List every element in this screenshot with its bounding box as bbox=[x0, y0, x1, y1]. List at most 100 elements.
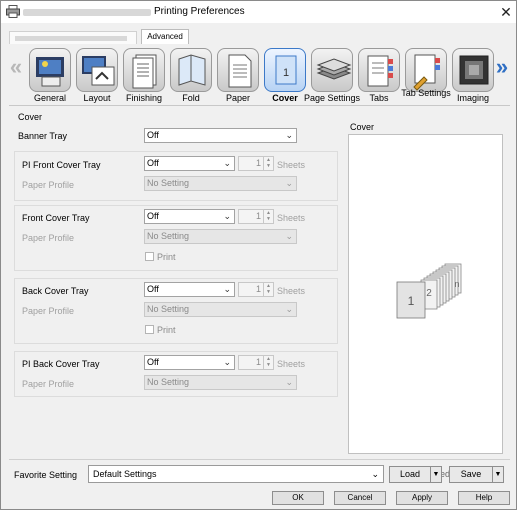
back-paper-profile-value: No Setting bbox=[147, 304, 190, 314]
pi-front-cover-value: Off bbox=[147, 158, 159, 168]
tab-settings-icon bbox=[405, 48, 447, 92]
caret-down-icon[interactable]: ▼ bbox=[492, 467, 503, 482]
ribbon-item-finishing[interactable]: Finishing bbox=[121, 48, 165, 104]
back-cover-select[interactable]: Off ⌄ bbox=[144, 282, 235, 297]
scroll-left-icon[interactable]: « bbox=[9, 56, 23, 80]
front-cover-select[interactable]: Off ⌄ bbox=[144, 209, 235, 224]
back-print-label: Print bbox=[157, 325, 176, 335]
ribbon-item-general[interactable]: General bbox=[27, 48, 71, 104]
front-paper-profile-select[interactable]: No Setting ⌄ bbox=[144, 229, 297, 244]
pi-front-paper-profile-select[interactable]: No Setting ⌄ bbox=[144, 176, 297, 191]
front-print-checkbox[interactable] bbox=[145, 252, 154, 261]
tabs-icon bbox=[358, 48, 400, 92]
pi-back-paper-profile-select[interactable]: No Setting ⌄ bbox=[144, 375, 297, 390]
ribbon-item-cover[interactable]: 1 Cover bbox=[262, 48, 306, 104]
help-button[interactable]: Help bbox=[458, 491, 510, 505]
front-paper-profile-value: No Setting bbox=[147, 231, 190, 241]
stepper-arrows-icon: ▲ ▼ bbox=[263, 283, 273, 296]
ok-button[interactable]: OK bbox=[272, 491, 324, 505]
back-paper-profile-label: Paper Profile bbox=[22, 306, 75, 316]
chevron-down-icon: ⌄ bbox=[223, 357, 231, 367]
printer-icon bbox=[6, 5, 20, 18]
pi-back-sheets-stepper[interactable]: 1 ▲ ▼ bbox=[238, 355, 274, 370]
pi-front-paper-profile-value: No Setting bbox=[147, 178, 190, 188]
cancel-button[interactable]: Cancel bbox=[334, 491, 386, 505]
chevron-down-icon: ⌄ bbox=[223, 211, 231, 221]
page-settings-icon bbox=[311, 48, 353, 92]
pi-front-sheets-label: Sheets bbox=[277, 160, 306, 170]
cover-preview: 1 2 n bbox=[348, 134, 503, 454]
caret-down-icon[interactable]: ▼ bbox=[430, 467, 441, 482]
general-icon bbox=[29, 48, 71, 92]
chevron-down-icon: ⌄ bbox=[223, 284, 231, 294]
printing-preferences-window: Printing Preferences ✕ Advanced « Genera… bbox=[0, 0, 517, 510]
ribbon-item-paper[interactable]: Paper bbox=[215, 48, 259, 104]
scroll-right-icon[interactable]: » bbox=[495, 56, 509, 80]
chevron-down-icon: ⌄ bbox=[285, 231, 293, 241]
load-label: Load bbox=[399, 469, 421, 479]
banner-tray-select[interactable]: Off ⌄ bbox=[144, 128, 297, 143]
cover-section-label: Cover bbox=[18, 112, 43, 122]
finishing-icon bbox=[123, 48, 165, 92]
back-print-checkbox[interactable] bbox=[145, 325, 154, 334]
pi-back-paper-profile-value: No Setting bbox=[147, 377, 190, 387]
back-paper-profile-select[interactable]: No Setting ⌄ bbox=[144, 302, 297, 317]
load-button[interactable]: Load ▼ bbox=[389, 466, 442, 483]
back-sheets-value: 1 bbox=[255, 284, 261, 294]
front-print-label: Print bbox=[157, 252, 176, 262]
back-sheets-stepper[interactable]: 1 ▲ ▼ bbox=[238, 282, 274, 297]
layout-icon bbox=[76, 48, 118, 92]
ribbon-item-fold[interactable]: Fold bbox=[168, 48, 212, 104]
ribbon-item-page-settings[interactable]: Page Settings bbox=[304, 48, 360, 104]
front-cover-label: Front Cover Tray bbox=[22, 213, 90, 223]
page-number-1: 1 bbox=[408, 294, 415, 308]
pi-back-sheets-label: Sheets bbox=[277, 359, 306, 369]
banner-tray-label: Banner Tray bbox=[18, 131, 68, 141]
pi-back-cover-label: PI Back Cover Tray bbox=[22, 359, 100, 369]
pi-front-sheets-stepper[interactable]: 1 ▲ ▼ bbox=[238, 156, 274, 171]
page-number-n: n bbox=[454, 279, 459, 289]
favorite-setting-select[interactable]: Default Settings (modified) ⌄ bbox=[88, 465, 453, 483]
favorite-setting-label: Favorite Setting bbox=[14, 470, 78, 480]
pi-back-cover-value: Off bbox=[147, 357, 159, 367]
fold-icon bbox=[170, 48, 212, 92]
page-stack-illustration: 1 2 n bbox=[396, 263, 462, 319]
ribbon-item-layout[interactable]: Layout bbox=[74, 48, 118, 104]
pi-back-sheets-value: 1 bbox=[255, 357, 261, 367]
title-bar: Printing Preferences ✕ bbox=[1, 1, 516, 23]
chevron-down-icon: ⌄ bbox=[285, 304, 293, 314]
ribbon-item-tabs[interactable]: Tabs bbox=[356, 48, 400, 104]
close-icon[interactable]: ✕ bbox=[497, 4, 515, 20]
ribbon-item-imaging[interactable]: Imaging bbox=[450, 48, 494, 104]
window-title: Printing Preferences bbox=[154, 6, 245, 17]
pi-back-cover-select[interactable]: Off ⌄ bbox=[144, 355, 235, 370]
front-paper-profile-label: Paper Profile bbox=[22, 233, 75, 243]
panel-divider bbox=[9, 105, 510, 106]
feature-ribbon: « General Layout Finishing Fold Paper 1 … bbox=[9, 44, 511, 105]
page-number-2: 2 bbox=[426, 288, 432, 299]
svg-text:1: 1 bbox=[283, 67, 289, 79]
pi-front-paper-profile-label: Paper Profile bbox=[22, 180, 75, 190]
stepper-arrows-icon: ▲ ▼ bbox=[263, 157, 273, 170]
front-sheets-stepper[interactable]: 1 ▲ ▼ bbox=[238, 209, 274, 224]
pi-front-cover-label: PI Front Cover Tray bbox=[22, 160, 101, 170]
pi-front-cover-select[interactable]: Off ⌄ bbox=[144, 156, 235, 171]
ribbon-item-tab-settings[interactable]: Tab Settings bbox=[401, 48, 451, 104]
front-sheets-value: 1 bbox=[255, 211, 261, 221]
banner-tray-value: Off bbox=[147, 130, 159, 140]
footer-divider bbox=[9, 459, 510, 460]
chevron-down-icon: ⌄ bbox=[285, 178, 293, 188]
paper-icon bbox=[217, 48, 259, 92]
back-cover-value: Off bbox=[147, 284, 159, 294]
chevron-down-icon: ⌄ bbox=[285, 130, 293, 140]
apply-button[interactable]: Apply bbox=[396, 491, 448, 505]
chevron-down-icon: ⌄ bbox=[371, 469, 379, 479]
imaging-icon bbox=[452, 48, 494, 92]
tab-blurred[interactable] bbox=[9, 31, 137, 44]
pi-back-paper-profile-label: Paper Profile bbox=[22, 379, 75, 389]
chevron-down-icon: ⌄ bbox=[285, 377, 293, 387]
back-cover-label: Back Cover Tray bbox=[22, 286, 89, 296]
preview-label: Cover bbox=[350, 122, 375, 132]
save-button[interactable]: Save ▼ bbox=[449, 466, 504, 483]
tab-advanced[interactable]: Advanced bbox=[141, 29, 189, 44]
